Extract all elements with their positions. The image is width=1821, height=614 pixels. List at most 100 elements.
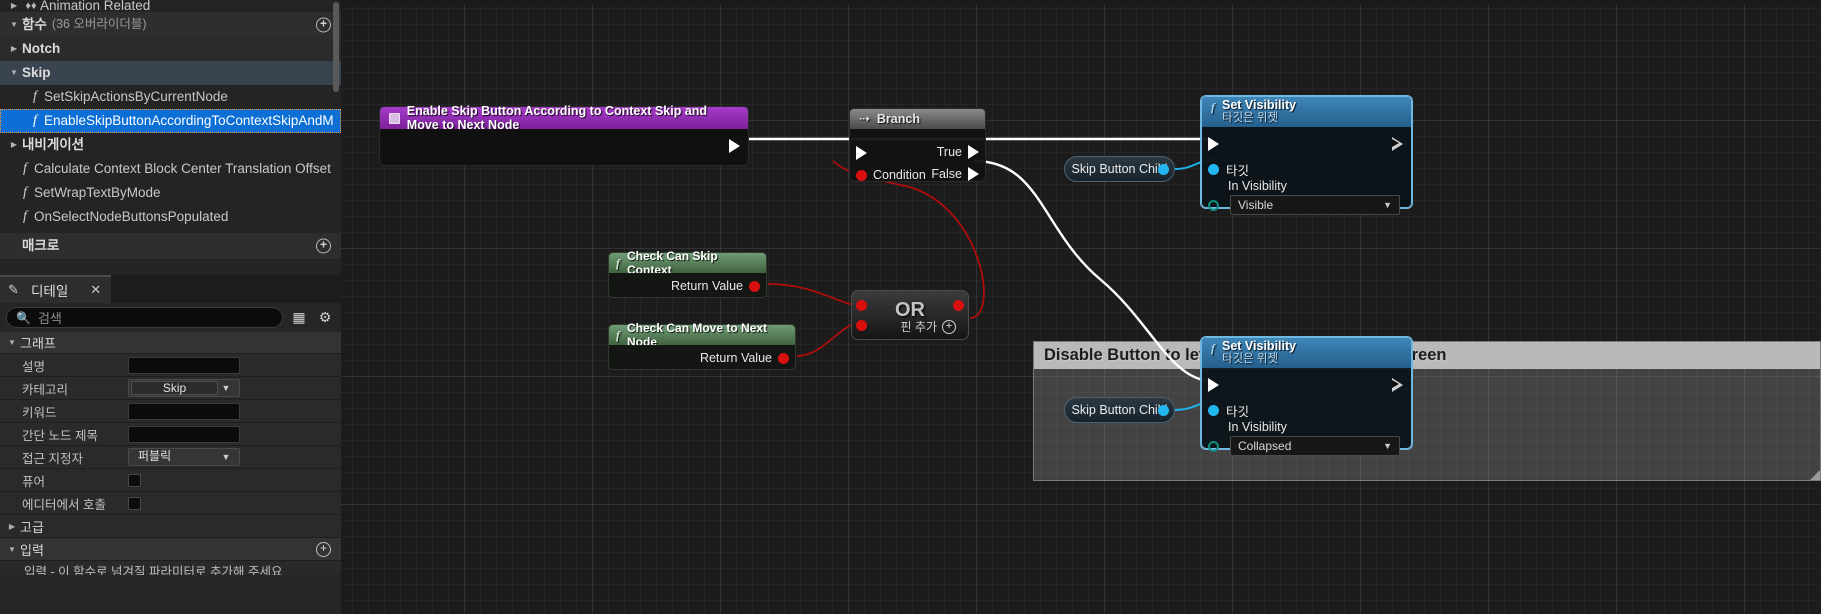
left-panel-column: ♦♦ Animation Related 함수 (36 오버라이더블) Notc… — [0, 0, 341, 614]
details-section-label: 고급 — [20, 519, 44, 535]
access-specifier-combo[interactable]: 퍼블릭 ▼ — [128, 448, 240, 466]
node-header[interactable]: f Check Can Skip Context — [609, 249, 766, 277]
keywords-field[interactable] — [128, 402, 240, 420]
chevron-down-icon[interactable]: ▼ — [218, 383, 234, 393]
gear-icon[interactable]: ⚙ — [315, 308, 335, 328]
function-icon: f — [1211, 341, 1215, 355]
target-in-pin[interactable] — [1208, 164, 1219, 175]
chevron-down-icon[interactable]: ▼ — [1383, 441, 1392, 451]
add-macro-button[interactable] — [316, 238, 331, 254]
add-pin-icon[interactable]: + — [942, 319, 956, 334]
exec-out-false-pin[interactable] — [968, 167, 979, 181]
node-header[interactable]: f Set Visibility 타깃은 위젯 — [1202, 338, 1411, 368]
category-combo[interactable]: Skip ▼ — [128, 379, 240, 397]
pin-label: 타깃 — [1226, 164, 1250, 178]
exec-out-pin[interactable] — [1392, 378, 1403, 392]
add-function-button[interactable] — [316, 17, 331, 32]
exec-in-pin[interactable] — [856, 146, 867, 160]
node-header[interactable]: Enable Skip Button According to Context … — [380, 104, 748, 132]
node-body: Return Value — [609, 345, 795, 369]
tree-item-enable-skip-button[interactable]: f EnableSkipButtonAccordingToContextSkip… — [0, 109, 341, 133]
property-row-call-in-editor[interactable]: 에디터에서 호출 — [0, 492, 341, 515]
grid-view-icon[interactable]: ▦ — [289, 308, 309, 328]
blueprint-graph-canvas[interactable]: Disable Button to let player interact wi… — [341, 0, 1821, 614]
chevron-down-icon[interactable] — [4, 545, 20, 554]
node-skip-button-child-1[interactable]: Skip Button Child — [1064, 156, 1175, 182]
property-row-pure[interactable]: 퓨어 — [0, 469, 341, 492]
chevron-down-icon[interactable]: ▼ — [1383, 200, 1392, 210]
in-visibility-pin[interactable] — [1208, 441, 1219, 452]
tree-scrollbar[interactable] — [333, 2, 339, 92]
node-skip-button-child-2[interactable]: Skip Button Child — [1064, 397, 1175, 423]
node-function-entry[interactable]: Enable Skip Button According to Context … — [379, 104, 749, 166]
tree-item-calculate-context-block-center-translation-offset[interactable]: f Calculate Context Block Center Transla… — [0, 157, 341, 181]
return-value-out-pin[interactable] — [749, 280, 760, 292]
chevron-right-icon[interactable] — [6, 133, 22, 157]
node-check-can-move-to-next-node[interactable]: f Check Can Move to Next Node Return Val… — [608, 321, 796, 370]
target-in-pin[interactable] — [1208, 405, 1219, 416]
exec-in-pin[interactable] — [1208, 378, 1219, 392]
chevron-down-icon[interactable]: ▼ — [218, 452, 234, 462]
node-set-visibility-collapsed[interactable]: f Set Visibility 타깃은 위젯 타깃 In Visibility… — [1201, 337, 1412, 456]
value-out-pin[interactable] — [1158, 164, 1169, 175]
compact-node-title-field[interactable] — [128, 425, 240, 443]
exec-in-pin[interactable] — [1208, 137, 1219, 151]
details-section-inputs[interactable]: 입력 — [0, 538, 341, 561]
tree-item-set-wrap-text-by-mode[interactable]: f SetWrapTextByMode — [0, 181, 341, 205]
node-set-visibility-visible[interactable]: f Set Visibility 타깃은 위젯 타깃 In Visibility… — [1201, 96, 1412, 215]
chevron-down-icon[interactable] — [4, 338, 20, 347]
node-check-can-skip-context[interactable]: f Check Can Skip Context Return Value — [608, 249, 767, 298]
my-blueprint-tree[interactable]: ♦♦ Animation Related 함수 (36 오버라이더블) Notc… — [0, 0, 341, 275]
search-input[interactable]: 🔍 검색 — [6, 307, 283, 328]
tree-category-notch[interactable]: Notch — [0, 37, 341, 61]
in-visibility-combo[interactable]: Visible ▼ — [1230, 195, 1400, 215]
property-row-compact-node-title[interactable]: 간단 노드 제목 — [0, 423, 341, 446]
exec-out-true-pin[interactable] — [968, 145, 979, 159]
pencil-icon: ✎ — [8, 282, 19, 297]
tree-section-functions[interactable]: 함수 (36 오버라이더블) — [0, 12, 341, 37]
details-panel: ✎ 디테일 ✕ 🔍 검색 ▦ ⚙ 그래프 설명 — [0, 275, 341, 614]
call-in-editor-checkbox[interactable] — [128, 496, 141, 510]
tree-item-set-skip-actions-by-current-node[interactable]: f SetSkipActionsByCurrentNode — [0, 85, 341, 109]
close-icon[interactable]: ✕ — [90, 282, 101, 298]
property-row-keywords[interactable]: 키워드 — [0, 400, 341, 423]
property-label: 설명 — [22, 359, 46, 374]
node-or-operator[interactable]: OR 핀 추가 + — [851, 290, 969, 340]
property-row-description[interactable]: 설명 — [0, 354, 341, 377]
pin-label: False — [931, 167, 962, 181]
details-section-advanced[interactable]: 고급 — [0, 515, 341, 538]
search-icon: 🔍 — [16, 310, 31, 325]
return-value-out-pin[interactable] — [778, 352, 789, 364]
chevron-right-icon[interactable] — [6, 37, 22, 61]
tab-details[interactable]: ✎ 디테일 ✕ — [0, 275, 112, 303]
condition-in-pin[interactable] — [856, 169, 867, 181]
node-header[interactable]: ⤏ Branch — [850, 109, 985, 129]
chevron-down-icon[interactable] — [6, 61, 22, 85]
chevron-down-icon[interactable] — [6, 12, 22, 37]
add-input-button[interactable] — [316, 541, 331, 557]
node-header[interactable]: f Set Visibility 타깃은 위젯 — [1202, 97, 1411, 127]
in-visibility-pin[interactable] — [1208, 200, 1219, 211]
in-visibility-label: In Visibility — [1228, 179, 1287, 193]
exec-out-pin[interactable] — [729, 139, 740, 153]
chevron-right-icon[interactable] — [6, 0, 22, 12]
tree-category-skip[interactable]: Skip — [0, 61, 341, 85]
node-header[interactable]: f Check Can Move to Next Node — [609, 321, 795, 349]
tree-section-label: 함수 — [22, 17, 47, 32]
connection-wires — [748, 137, 1214, 411]
exec-out-pin[interactable] — [1392, 137, 1403, 151]
property-row-category[interactable]: 카테고리 Skip ▼ — [0, 377, 341, 400]
property-row-access-specifier[interactable]: 접근 지정자 퍼블릭 ▼ — [0, 446, 341, 469]
chevron-right-icon[interactable] — [4, 522, 20, 531]
node-branch[interactable]: ⤏ Branch Condition True False — [849, 108, 986, 182]
value-out-pin[interactable] — [1158, 405, 1169, 416]
property-label: 간단 노드 제목 — [22, 428, 98, 443]
details-section-graph[interactable]: 그래프 — [0, 332, 341, 354]
description-field[interactable] — [128, 356, 240, 374]
pure-checkbox[interactable] — [128, 473, 141, 487]
tree-section-macros[interactable]: 매크로 — [0, 233, 341, 259]
tree-row-animation-related[interactable]: ♦♦ Animation Related — [0, 0, 341, 12]
tree-item-on-select-node-buttons-populated[interactable]: f OnSelectNodeButtonsPopulated — [0, 205, 341, 229]
in-visibility-combo[interactable]: Collapsed ▼ — [1230, 436, 1400, 456]
tree-category-navigation[interactable]: 내비게이션 — [0, 133, 341, 157]
